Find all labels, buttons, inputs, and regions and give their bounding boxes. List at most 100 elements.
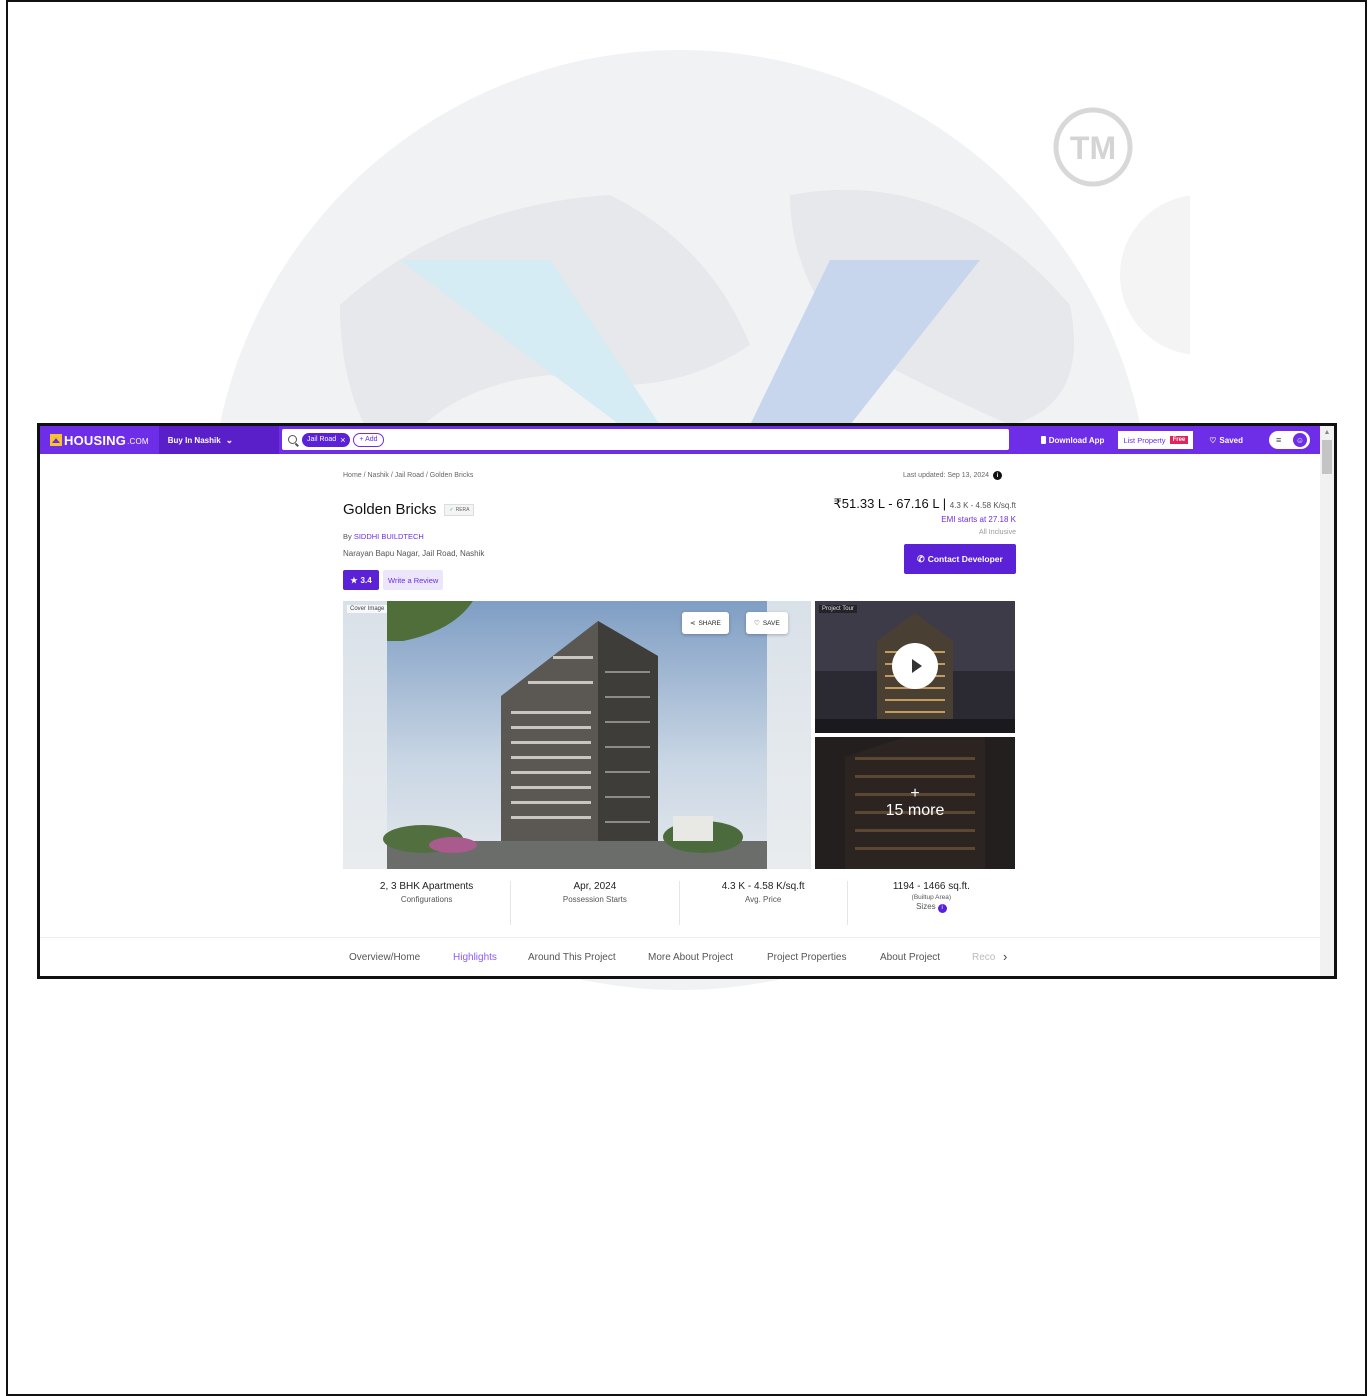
- site-header: HOUSING .COM Buy In Nashik ⌄ Jail Road ×…: [40, 426, 1320, 454]
- share-button[interactable]: ⋖ SHARE: [682, 612, 729, 634]
- price-per-sqft: 4.3 K - 4.58 K/sq.ft: [949, 501, 1016, 510]
- search-bar[interactable]: Jail Road × + Add: [282, 429, 1009, 450]
- save-label: SAVE: [762, 619, 780, 627]
- home-icon: [50, 434, 62, 446]
- tab-recommended[interactable]: Reco: [972, 952, 996, 963]
- all-inclusive-note: All Inclusive: [979, 529, 1016, 536]
- stat-avg-price: 4.3 K - 4.58 K/sq.ft Avg. Price: [680, 881, 848, 925]
- stat-configurations: 2, 3 BHK Apartments Configurations: [343, 881, 512, 925]
- download-app-label: Download App: [1048, 435, 1105, 445]
- heart-icon: ♡: [754, 620, 760, 627]
- download-app-link[interactable]: Download App: [1040, 435, 1105, 445]
- tab-overview[interactable]: Overview/Home: [349, 952, 420, 963]
- last-updated: Last updated: Sep 13, 2024 i: [903, 471, 1003, 480]
- share-icon: ⋖: [690, 620, 696, 627]
- rating-value: 3.4: [360, 575, 372, 585]
- tab-more-about-project[interactable]: More About Project: [648, 952, 733, 963]
- scroll-up-icon[interactable]: ▲: [1320, 426, 1334, 440]
- project-title-row: Golden Bricks ✓ RERA: [343, 501, 475, 518]
- stat-label-row: Sizes i: [848, 902, 1015, 913]
- stat-label: Configurations: [400, 895, 453, 904]
- header-actions: Download App List Property Free ♡ Saved …: [1040, 426, 1320, 454]
- building-photo: [343, 601, 811, 869]
- stat-sizes: 1194 - 1466 sq.ft. (Builtup Area) Sizes i: [848, 881, 1015, 925]
- free-badge: Free: [1169, 436, 1189, 444]
- locality-chip[interactable]: Jail Road ×: [302, 432, 351, 447]
- price-range-line: ₹51.33 L - 67.16 L | 4.3 K - 4.58 K/sq.f…: [833, 496, 1016, 511]
- menu-icon: ≡: [1276, 435, 1282, 445]
- tab-project-properties[interactable]: Project Properties: [767, 952, 846, 963]
- by-prefix: By: [343, 532, 354, 541]
- more-photos-thumbnail[interactable]: + 15 more: [815, 737, 1015, 869]
- project-address: Narayan Bapu Nagar, Jail Road, Nashik: [343, 549, 485, 558]
- project-tour-label: Project Tour: [819, 605, 857, 613]
- price-range: ₹51.33 L - 67.16 L: [833, 496, 940, 511]
- check-icon: ✓: [449, 506, 454, 513]
- project-content: Home / Nashik / Jail Road / Golden Brick…: [40, 454, 1320, 976]
- developer-link[interactable]: SIDDHI BUILDTECH: [354, 532, 424, 541]
- share-label: SHARE: [698, 619, 721, 627]
- heart-icon: ♡: [1209, 435, 1217, 445]
- buy-city-dropdown[interactable]: Buy In Nashik ⌄: [158, 426, 279, 454]
- developer-line: By SIDDHI BUILDTECH: [343, 532, 424, 541]
- search-icon: [288, 435, 297, 444]
- tab-around-project[interactable]: Around This Project: [528, 952, 616, 963]
- project-tour-thumbnail[interactable]: Project Tour: [815, 601, 1015, 733]
- last-updated-text: Last updated: Sep 13, 2024: [903, 472, 990, 479]
- saved-link[interactable]: ♡ Saved: [1209, 436, 1243, 445]
- housing-logo[interactable]: HOUSING .COM: [50, 433, 149, 448]
- profile-menu[interactable]: ≡ ☺: [1269, 431, 1310, 449]
- buy-city-label: Buy In Nashik: [167, 435, 221, 445]
- save-button[interactable]: ♡ SAVE: [746, 612, 788, 634]
- stat-label: Sizes: [916, 902, 936, 911]
- rating-badge[interactable]: ★ 3.4: [343, 570, 379, 590]
- emi-link[interactable]: EMI starts at 27.18 K: [834, 515, 1016, 524]
- tab-highlights[interactable]: Highlights: [453, 952, 497, 963]
- close-icon[interactable]: ×: [340, 435, 345, 445]
- more-photos-overlay: + 15 more: [815, 785, 1015, 819]
- contact-developer-label: Contact Developer: [927, 554, 1003, 564]
- watermark-tm: TM: [1070, 130, 1116, 166]
- info-icon[interactable]: i: [993, 471, 1003, 480]
- contact-developer-button[interactable]: ✆ Contact Developer: [904, 544, 1016, 574]
- stat-label: Avg. Price: [744, 895, 782, 904]
- more-plus: +: [910, 785, 920, 802]
- logo-suffix: .COM: [127, 437, 149, 446]
- breadcrumb[interactable]: Home / Nashik / Jail Road / Golden Brick…: [343, 472, 473, 479]
- scroll-thumb[interactable]: [1322, 440, 1332, 474]
- cover-image-label: Cover Image: [347, 605, 388, 613]
- stat-sub: (Builtup Area): [911, 894, 952, 901]
- star-icon: ★: [350, 575, 358, 585]
- avatar-icon: ☺: [1293, 433, 1307, 447]
- stat-value: 4.3 K - 4.58 K/sq.ft: [721, 881, 805, 892]
- price-block: ₹51.33 L - 67.16 L | 4.3 K - 4.58 K/sq.f…: [834, 496, 1016, 536]
- phone-icon: [1040, 436, 1046, 444]
- rera-badge[interactable]: ✓ RERA: [444, 503, 475, 516]
- list-property-label: List Property: [1123, 435, 1166, 445]
- rera-label: RERA: [455, 506, 470, 513]
- info-icon[interactable]: i: [937, 903, 947, 913]
- stat-value: Apr, 2024: [573, 881, 617, 892]
- write-review-button[interactable]: Write a Review: [383, 570, 444, 590]
- stat-label: Possession Starts: [562, 895, 627, 904]
- locality-chip-label: Jail Road: [307, 436, 337, 443]
- tab-about-project[interactable]: About Project: [880, 952, 940, 963]
- logo-text: HOUSING: [64, 432, 127, 448]
- chevron-down-icon: ⌄: [225, 434, 234, 445]
- page-title: Golden Bricks: [343, 501, 437, 518]
- page-scrollbar[interactable]: ▲: [1320, 426, 1334, 976]
- browser-window: HOUSING .COM Buy In Nashik ⌄ Jail Road ×…: [37, 423, 1337, 979]
- cover-image[interactable]: Cover Image ⋖ SHARE ♡ SAVE: [343, 601, 811, 869]
- stat-possession: Apr, 2024 Possession Starts: [511, 881, 680, 925]
- add-locality-button[interactable]: + Add: [353, 432, 384, 447]
- more-count: 15 more: [885, 802, 945, 819]
- list-property-button[interactable]: List Property Free: [1118, 431, 1194, 449]
- chevron-right-icon[interactable]: ›: [1003, 949, 1007, 964]
- stat-value: 2, 3 BHK Apartments: [379, 881, 474, 892]
- play-icon[interactable]: [892, 643, 938, 689]
- saved-label: Saved: [1219, 435, 1243, 445]
- stat-value: 1194 - 1466 sq.ft.: [892, 881, 970, 892]
- section-tabs: Overview/Home Highlights Around This Pro…: [40, 937, 1320, 976]
- project-stats: 2, 3 BHK Apartments Configurations Apr, …: [343, 881, 1015, 925]
- phone-icon: ✆: [917, 553, 925, 564]
